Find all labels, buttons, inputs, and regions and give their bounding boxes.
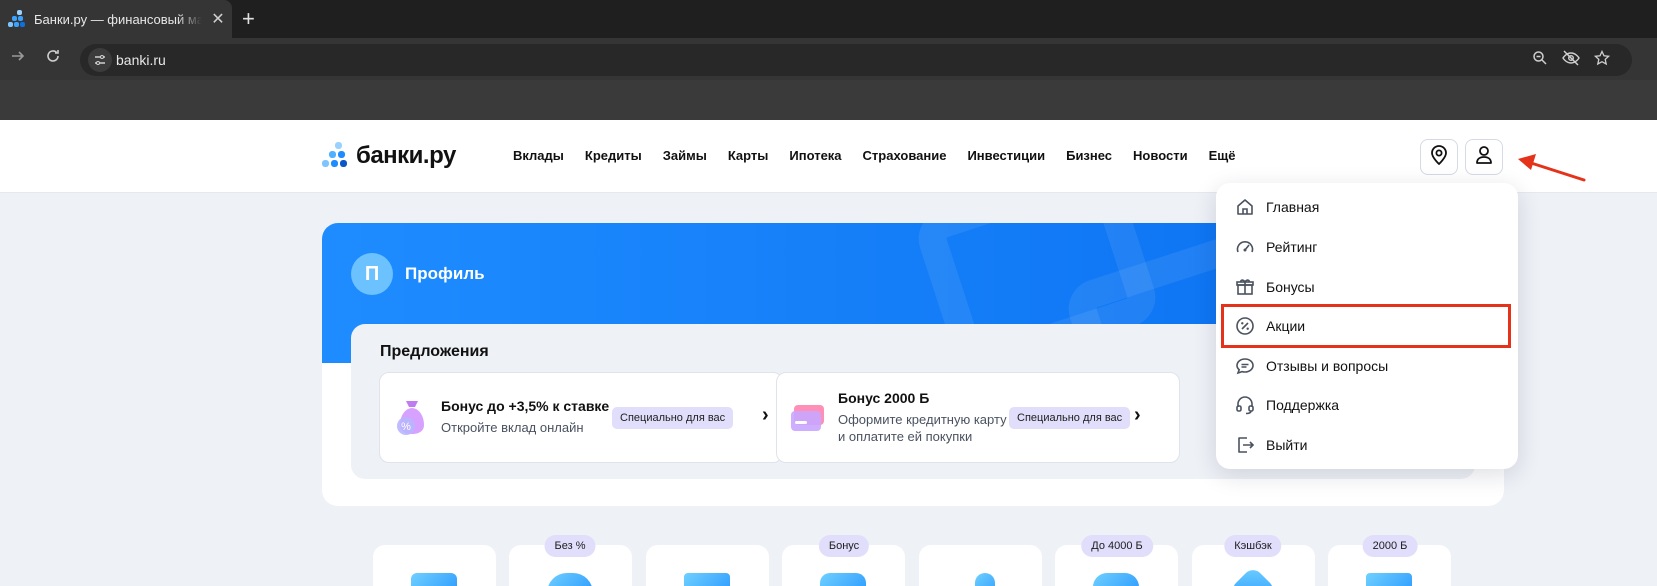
tile-badge: 2000 Б	[1362, 535, 1418, 557]
menu-item-deposits[interactable]: Вклады	[513, 148, 564, 163]
dropdown-item-home[interactable]: Главная	[1216, 189, 1518, 225]
offer-card-credit-card[interactable]: Бонус 2000 Б Оформите кредитную карту и …	[776, 372, 1180, 463]
dropdown-item-label: Отзывы и вопросы	[1266, 358, 1389, 374]
bookmark-star-icon[interactable]	[1593, 49, 1611, 71]
logo-text: банки.ру	[356, 142, 456, 169]
speedometer-icon	[1234, 236, 1256, 258]
offer-subtitle-line-2: и оплатите ей покупки	[838, 429, 973, 444]
dropdown-item-support[interactable]: Поддержка	[1216, 387, 1518, 423]
menu-item-investments[interactable]: Инвестиции	[967, 148, 1045, 163]
banki-favicon-icon	[8, 10, 26, 28]
offer-badge: Специально для вас	[1009, 407, 1131, 429]
tile-illustration	[411, 573, 457, 586]
zoom-icon[interactable]	[1532, 50, 1548, 71]
profile-button[interactable]	[1465, 139, 1503, 175]
offer-title: Бонус до +3,5% к ставке	[441, 398, 610, 414]
reload-icon[interactable]	[45, 48, 61, 69]
dropdown-item-label: Выйти	[1266, 437, 1308, 453]
tile-illustration	[547, 573, 593, 586]
money-bag-icon: %	[397, 401, 424, 435]
offer-badge: Специально для вас	[612, 407, 734, 429]
tile-illustration	[975, 573, 995, 586]
home-icon	[1234, 196, 1256, 218]
menu-item-insurance[interactable]: Страхование	[863, 148, 947, 163]
menu-item-more[interactable]: Ещё	[1209, 148, 1236, 163]
location-button[interactable]	[1420, 139, 1458, 175]
product-tile[interactable]	[646, 545, 769, 586]
menu-item-business[interactable]: Бизнес	[1066, 148, 1112, 163]
address-bar[interactable]: banki.ru	[80, 44, 1632, 76]
highlight-box	[1221, 304, 1511, 348]
main-menu: Вклады Кредиты Займы Карты Ипотека Страх…	[513, 148, 1235, 163]
chevron-right-icon: ›	[1134, 404, 1141, 426]
tile-illustration	[684, 573, 730, 586]
product-tile[interactable]	[919, 545, 1042, 586]
browser-bar-strip	[0, 80, 1657, 120]
dropdown-item-label: Бонусы	[1266, 279, 1315, 295]
tile-illustration	[1366, 573, 1412, 586]
browser-tab[interactable]: Банки.ру — финансовый маркетплейс ✕	[0, 0, 232, 38]
percent-icon	[1234, 315, 1256, 337]
tile-badge: Бонус	[818, 535, 870, 557]
logo-icon	[322, 142, 350, 170]
browser-tabbar: Банки.ру — финансовый маркетплейс ✕ +	[0, 0, 1657, 38]
tile-illustration	[820, 573, 866, 586]
dropdown-item-label: Поддержка	[1266, 397, 1340, 413]
new-tab-button[interactable]: +	[242, 8, 255, 30]
tab-close-icon[interactable]: ✕	[210, 9, 226, 29]
annotation-arrow-icon	[1518, 154, 1586, 182]
tab-title: Банки.ру — финансовый маркетплейс	[34, 11, 202, 27]
site-settings-icon[interactable]	[88, 48, 112, 72]
dropdown-item-logout[interactable]: Выйти	[1216, 427, 1518, 463]
menu-item-mortgage[interactable]: Ипотека	[789, 148, 841, 163]
profile-name: Профиль	[405, 264, 485, 283]
eye-off-icon[interactable]	[1562, 50, 1580, 71]
dropdown-item-label: Рейтинг	[1266, 239, 1318, 255]
offers-title: Предложения	[380, 343, 489, 360]
menu-item-cards[interactable]: Карты	[728, 148, 769, 163]
profile-dropdown-menu: Главная Рейтинг Бонусы Акции Отзывы и во…	[1216, 183, 1518, 469]
chevron-right-icon: ›	[762, 404, 769, 426]
forward-icon[interactable]	[10, 48, 26, 69]
headset-icon	[1234, 394, 1256, 416]
offer-card-deposit[interactable]: % Бонус до +3,5% к ставке Откройте вклад…	[379, 372, 783, 463]
offer-title: Бонус 2000 Б	[838, 390, 930, 406]
dropdown-item-bonuses[interactable]: Бонусы	[1216, 269, 1518, 305]
menu-item-credits[interactable]: Кредиты	[585, 148, 642, 163]
dropdown-item-rating[interactable]: Рейтинг	[1216, 229, 1518, 265]
user-icon	[1475, 145, 1493, 170]
offer-subtitle-line-1: Оформите кредитную карту	[838, 412, 1007, 427]
browser-toolbar: banki.ru	[0, 38, 1657, 80]
location-pin-icon	[1430, 144, 1448, 170]
tile-illustration	[1228, 565, 1278, 586]
avatar[interactable]: П	[351, 253, 393, 295]
dropdown-item-label: Главная	[1266, 199, 1320, 215]
gift-icon	[1234, 276, 1256, 298]
dropdown-item-reviews[interactable]: Отзывы и вопросы	[1216, 348, 1518, 384]
tile-badge: Кэшбэк	[1224, 535, 1282, 557]
product-tile[interactable]	[373, 545, 496, 586]
svg-text:%: %	[401, 421, 411, 433]
menu-item-loans[interactable]: Займы	[663, 148, 707, 163]
credit-card-icon	[791, 405, 824, 431]
chat-icon	[1234, 355, 1256, 377]
dropdown-item-promotions[interactable]: Акции	[1216, 304, 1518, 348]
site-logo[interactable]: банки.ру	[322, 142, 456, 170]
tile-badge: Без %	[544, 535, 596, 557]
dropdown-item-label: Акции	[1266, 318, 1306, 334]
logout-icon	[1234, 434, 1256, 456]
url-text: banki.ru	[116, 52, 166, 68]
menu-item-news[interactable]: Новости	[1133, 148, 1188, 163]
tile-illustration	[1093, 573, 1139, 586]
offer-subtitle: Откройте вклад онлайн	[441, 420, 584, 435]
tile-badge: До 4000 Б	[1081, 535, 1153, 557]
